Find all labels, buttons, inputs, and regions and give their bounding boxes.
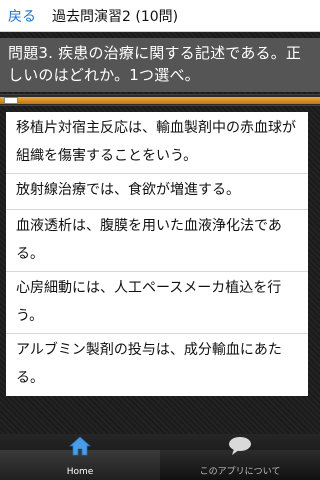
speech-bubble-icon xyxy=(227,436,253,460)
nav-about[interactable]: このアプリについて xyxy=(160,437,320,480)
answer-option-2[interactable]: 放射線治療では、食欲が増進する。 xyxy=(6,174,308,210)
nav-about-label: このアプリについて xyxy=(199,467,281,477)
answer-option-1[interactable]: 移植片対宿主反応は、輸血製剤中の赤血球が組織を傷害することをいう。 xyxy=(6,112,308,174)
nav-home[interactable]: Home xyxy=(0,436,160,480)
nav-home-label: Home xyxy=(66,467,94,477)
answer-option-4[interactable]: 心房細動には、人工ペースメーカ植込を行う。 xyxy=(6,272,308,334)
progress-marker xyxy=(4,97,18,104)
question-text: 問題3. 疾患の治療に関する記述である。正しいのはどれか。1つ選べ。 xyxy=(0,38,320,92)
back-button[interactable]: 戻る xyxy=(6,4,38,28)
header-bar: 戻る 過去問演習2 (10問) xyxy=(0,0,320,32)
answer-option-3[interactable]: 血液透析は、腹膜を用いた血液浄化法である。 xyxy=(6,210,308,272)
home-icon xyxy=(68,436,92,460)
bottom-nav: Home このアプリについて xyxy=(0,436,320,480)
bottom-nav-background xyxy=(0,434,320,450)
progress-bar xyxy=(0,94,320,106)
app-screen: 戻る 過去問演習2 (10問) 問題3. 疾患の治療に関する記述である。正しいの… xyxy=(0,0,320,480)
progress-track xyxy=(0,97,320,104)
answer-option-5[interactable]: アルブミン製剤の投与は、成分輸血にあたる。 xyxy=(6,334,308,396)
page-title: 過去問演習2 (10問) xyxy=(52,8,179,25)
answer-list: 移植片対宿主反応は、輸血製剤中の赤血球が組織を傷害することをいう。 放射線治療で… xyxy=(6,112,308,396)
